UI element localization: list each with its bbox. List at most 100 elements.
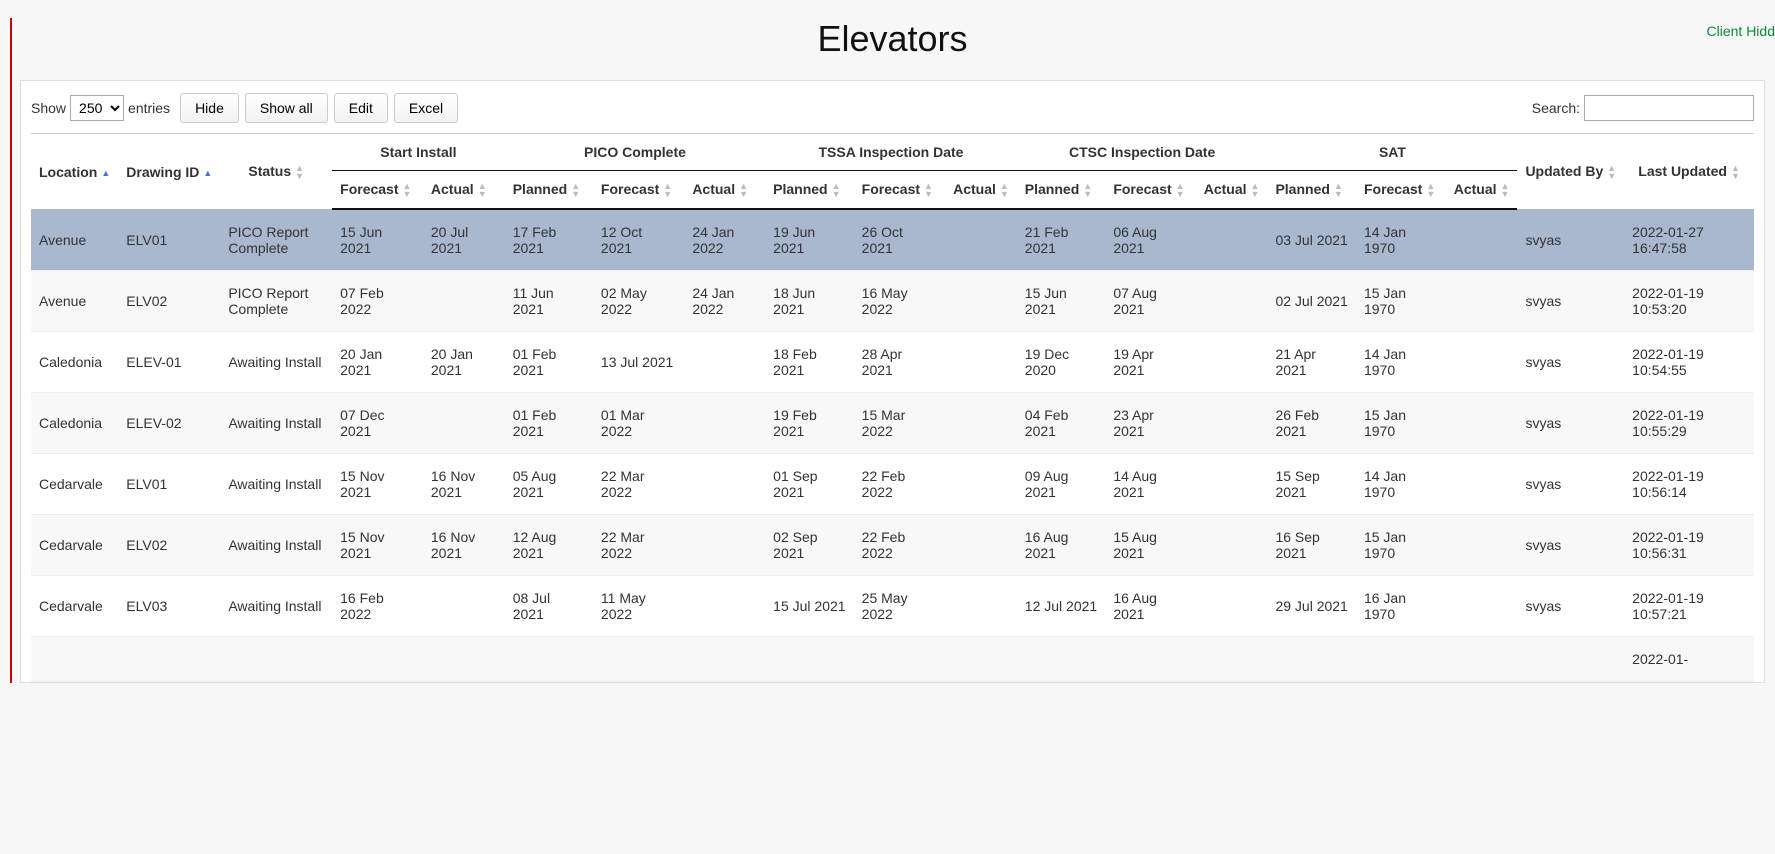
- cell-last_updated: 2022-01-27 16:47:58: [1624, 209, 1754, 271]
- cell-updated_by: svyas: [1517, 271, 1624, 332]
- cell-ct_actual: [1196, 393, 1268, 454]
- cell-last_updated: 2022-01-19 10:53:20: [1624, 271, 1754, 332]
- table-row[interactable]: AvenueELV02PICO Report Complete07 Feb 20…: [31, 271, 1754, 332]
- search-input[interactable]: [1584, 95, 1754, 121]
- cell-si_forecast: 15 Nov 2021: [332, 515, 423, 576]
- left-edge-bar: [10, 18, 12, 683]
- cell-drawing_id: ELEV-02: [118, 393, 220, 454]
- cell-si_forecast: 16 Feb 2022: [332, 576, 423, 637]
- col-drawing-id[interactable]: Drawing ID▲: [118, 134, 220, 210]
- cell-status: [220, 637, 332, 682]
- hide-button[interactable]: Hide: [180, 93, 239, 123]
- col-ct-planned[interactable]: Planned▲▼: [1017, 171, 1106, 210]
- group-ctsc: CTSC Inspection Date: [1017, 134, 1268, 171]
- cell-pc_forecast: 22 Mar 2022: [593, 515, 684, 576]
- group-tssa: TSSA Inspection Date: [765, 134, 1017, 171]
- cell-si_forecast: 20 Jan 2021: [332, 332, 423, 393]
- col-status[interactable]: Status▲▼: [220, 134, 332, 210]
- cell-ct_actual: [1196, 332, 1268, 393]
- cell-ts_actual: [945, 515, 1017, 576]
- cell-pc_planned: 01 Feb 2021: [505, 393, 593, 454]
- cell-pc_actual: [684, 332, 765, 393]
- show-all-button[interactable]: Show all: [245, 93, 328, 123]
- length-select[interactable]: 250: [70, 95, 124, 121]
- col-ct-actual[interactable]: Actual▲▼: [1196, 171, 1268, 210]
- cell-pc_forecast: 01 Mar 2022: [593, 393, 684, 454]
- cell-status: Awaiting Install: [220, 576, 332, 637]
- cell-ct_planned: 09 Aug 2021: [1017, 454, 1106, 515]
- cell-sat_actual: [1446, 209, 1518, 271]
- col-sat-forecast[interactable]: Forecast▲▼: [1356, 171, 1446, 210]
- entries-label: entries: [128, 100, 170, 116]
- cell-pc_forecast: 13 Jul 2021: [593, 332, 684, 393]
- table-row[interactable]: CedarvaleELV03Awaiting Install16 Feb 202…: [31, 576, 1754, 637]
- cell-last_updated: 2022-01-19 10:54:55: [1624, 332, 1754, 393]
- col-last-updated[interactable]: Last Updated▲▼: [1624, 134, 1754, 210]
- cell-ts_forecast: 16 May 2022: [854, 271, 945, 332]
- cell-ct_forecast: 15 Aug 2021: [1105, 515, 1195, 576]
- elevators-table: Location▲ Drawing ID▲ Status▲▼ Start Ins…: [31, 133, 1754, 682]
- col-si-actual[interactable]: Actual▲▼: [423, 171, 505, 210]
- col-pc-actual[interactable]: Actual▲▼: [684, 171, 765, 210]
- col-ts-forecast[interactable]: Forecast▲▼: [854, 171, 945, 210]
- excel-button[interactable]: Excel: [394, 93, 458, 123]
- cell-si_actual: [423, 637, 505, 682]
- cell-ct_planned: 16 Aug 2021: [1017, 515, 1106, 576]
- cell-ts_planned: 19 Jun 2021: [765, 209, 854, 271]
- cell-status: Awaiting Install: [220, 393, 332, 454]
- cell-location: Cedarvale: [31, 454, 118, 515]
- table-row[interactable]: CaledoniaELEV-01Awaiting Install20 Jan 2…: [31, 332, 1754, 393]
- cell-si_actual: [423, 393, 505, 454]
- table-row[interactable]: CedarvaleELV01Awaiting Install15 Nov 202…: [31, 454, 1754, 515]
- table-row[interactable]: AvenueELV01PICO Report Complete15 Jun 20…: [31, 209, 1754, 271]
- cell-ts_actual: [945, 209, 1017, 271]
- cell-ct_planned: 15 Jun 2021: [1017, 271, 1106, 332]
- cell-ts_actual: [945, 637, 1017, 682]
- cell-ct_actual: [1196, 515, 1268, 576]
- table-row[interactable]: CedarvaleELV02Awaiting Install15 Nov 202…: [31, 515, 1754, 576]
- col-pc-planned[interactable]: Planned▲▼: [505, 171, 593, 210]
- table-row[interactable]: CaledoniaELEV-02Awaiting Install07 Dec 2…: [31, 393, 1754, 454]
- cell-sat_planned: 02 Jul 2021: [1267, 271, 1356, 332]
- cell-sat_forecast: 14 Jan 1970: [1356, 209, 1446, 271]
- table-row-partial[interactable]: 2022-01-: [31, 637, 1754, 682]
- cell-ct_actual: [1196, 209, 1268, 271]
- col-ts-actual[interactable]: Actual▲▼: [945, 171, 1017, 210]
- cell-ct_planned: 21 Feb 2021: [1017, 209, 1106, 271]
- col-sat-planned[interactable]: Planned▲▼: [1267, 171, 1356, 210]
- cell-drawing_id: ELV01: [118, 209, 220, 271]
- cell-location: Avenue: [31, 271, 118, 332]
- col-ts-planned[interactable]: Planned▲▼: [765, 171, 854, 210]
- cell-ts_planned: 18 Feb 2021: [765, 332, 854, 393]
- cell-si_actual: 16 Nov 2021: [423, 454, 505, 515]
- cell-si_actual: [423, 576, 505, 637]
- cell-last_updated: 2022-01-19 10:56:31: [1624, 515, 1754, 576]
- edit-button[interactable]: Edit: [334, 93, 388, 123]
- cell-pc_planned: 08 Jul 2021: [505, 576, 593, 637]
- cell-si_actual: 20 Jul 2021: [423, 209, 505, 271]
- cell-pc_planned: 11 Jun 2021: [505, 271, 593, 332]
- cell-sat_planned: 15 Sep 2021: [1267, 454, 1356, 515]
- col-sat-actual[interactable]: Actual▲▼: [1446, 171, 1518, 210]
- cell-ts_forecast: [854, 637, 945, 682]
- cell-sat_forecast: 14 Jan 1970: [1356, 454, 1446, 515]
- cell-sat_planned: 16 Sep 2021: [1267, 515, 1356, 576]
- cell-ts_actual: [945, 454, 1017, 515]
- client-tag: Client Hidd: [1707, 23, 1775, 39]
- cell-ct_actual: [1196, 576, 1268, 637]
- cell-ct_forecast: 14 Aug 2021: [1105, 454, 1195, 515]
- cell-updated_by: svyas: [1517, 454, 1624, 515]
- col-location[interactable]: Location▲: [31, 134, 118, 210]
- cell-status: PICO Report Complete: [220, 271, 332, 332]
- cell-pc_planned: 01 Feb 2021: [505, 332, 593, 393]
- col-si-forecast[interactable]: Forecast▲▼: [332, 171, 423, 210]
- cell-ts_forecast: 25 May 2022: [854, 576, 945, 637]
- col-updated-by[interactable]: Updated By▲▼: [1517, 134, 1624, 210]
- cell-si_actual: [423, 271, 505, 332]
- cell-sat_actual: [1446, 576, 1518, 637]
- group-pico-complete: PICO Complete: [505, 134, 765, 171]
- cell-sat_actual: [1446, 332, 1518, 393]
- col-ct-forecast[interactable]: Forecast▲▼: [1105, 171, 1195, 210]
- cell-sat_planned: 26 Feb 2021: [1267, 393, 1356, 454]
- col-pc-forecast[interactable]: Forecast▲▼: [593, 171, 684, 210]
